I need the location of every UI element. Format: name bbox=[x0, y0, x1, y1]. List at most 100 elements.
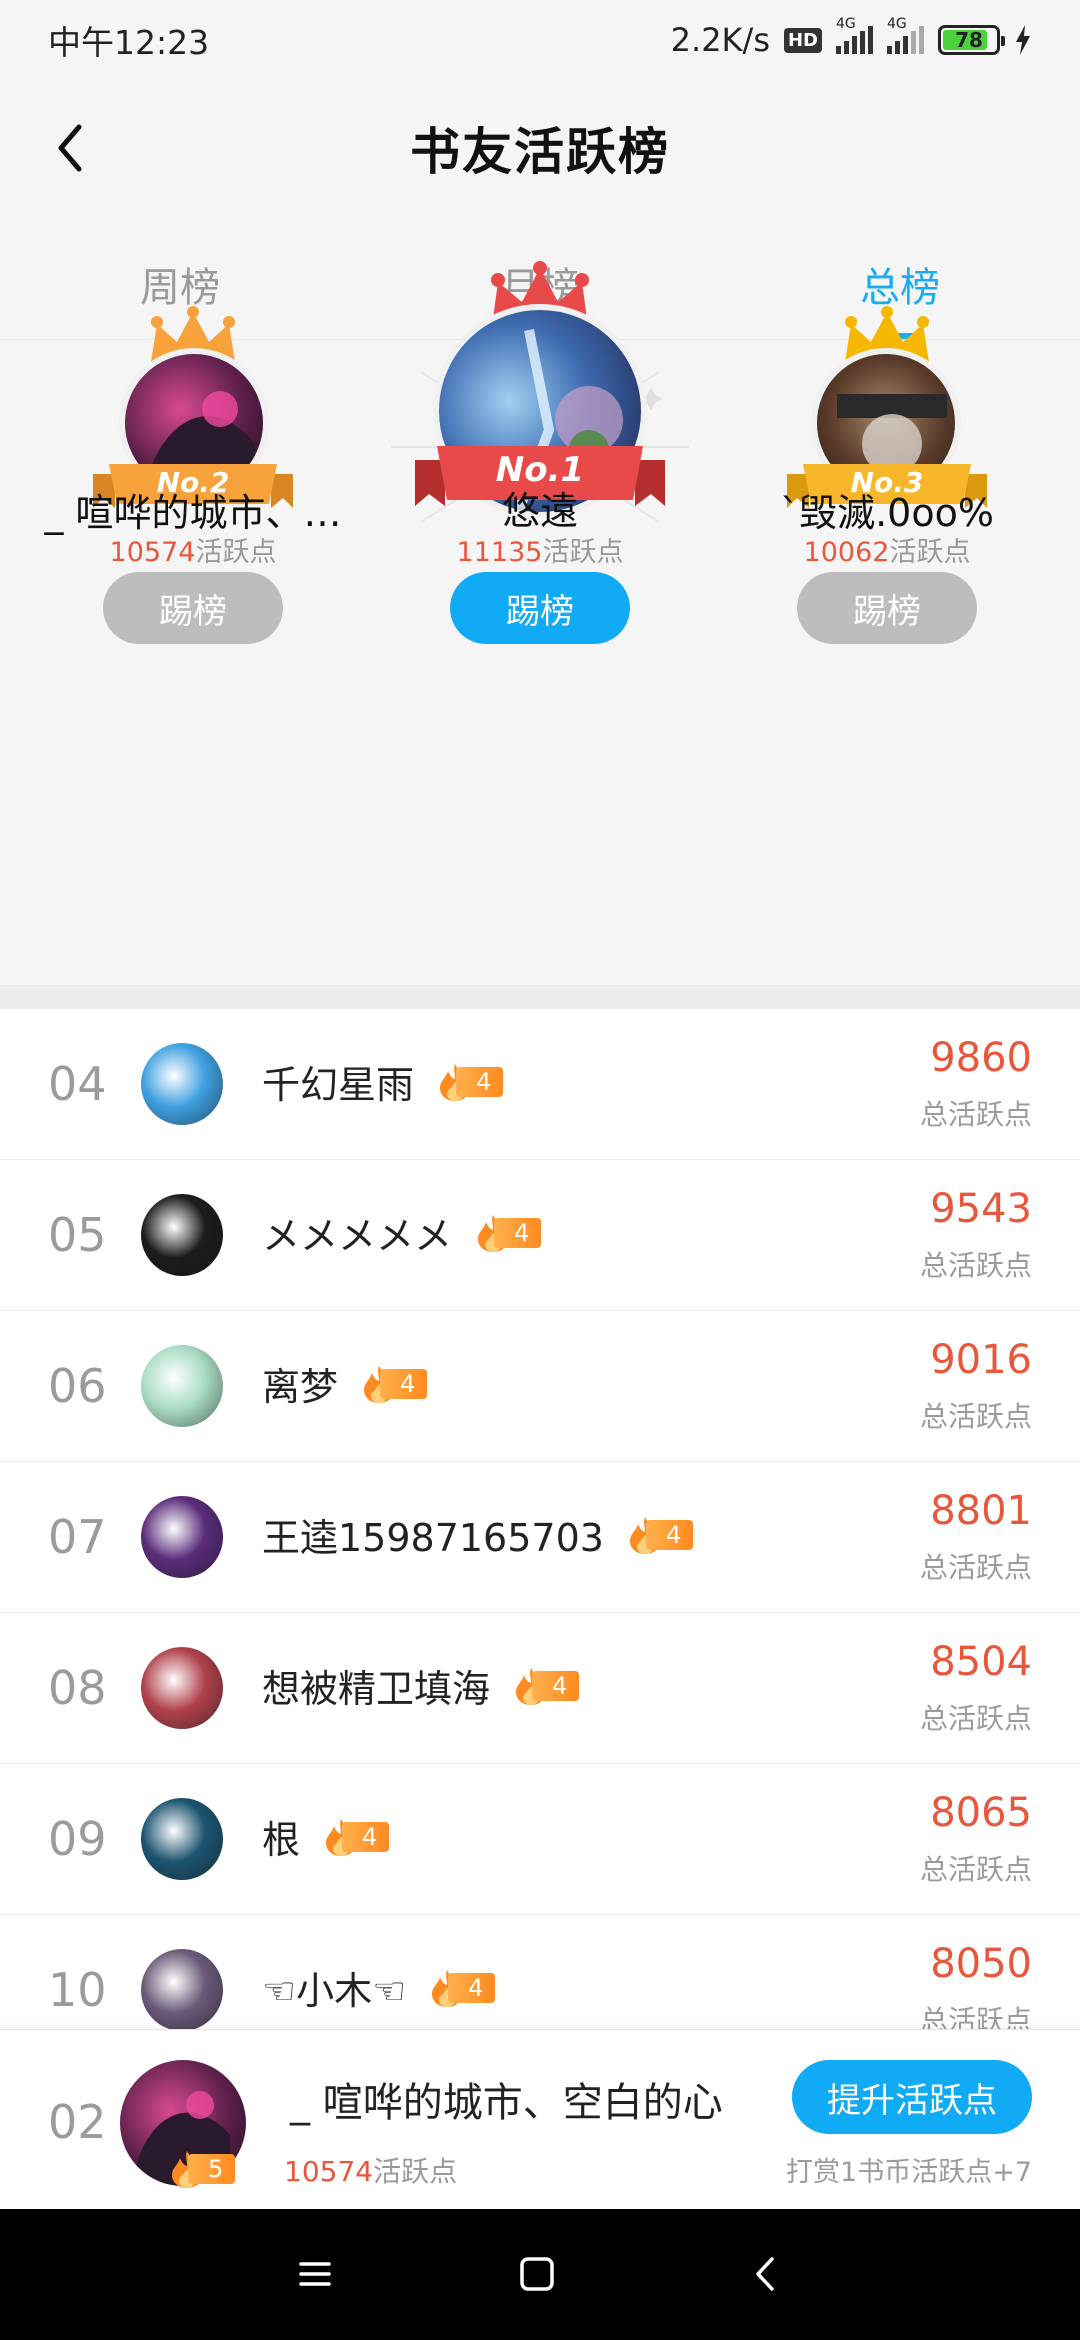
user-info: メメメメメ 4 bbox=[262, 1205, 542, 1260]
points-unit: 活跃点 bbox=[195, 537, 277, 568]
menu-button[interactable] bbox=[290, 2249, 340, 2299]
user-name: 离梦 bbox=[262, 1365, 339, 1409]
menu-icon bbox=[299, 2262, 331, 2286]
header: 书友活跃榜 bbox=[0, 100, 1080, 195]
score-value: 9016 bbox=[930, 1337, 1032, 1383]
score-value: 8504 bbox=[930, 1639, 1032, 1685]
rank-number: 10 bbox=[48, 1963, 107, 2017]
level-value: 4 bbox=[342, 1821, 390, 1852]
level-badge: 4 bbox=[474, 1214, 542, 1252]
points-value: 10574 bbox=[109, 537, 196, 568]
level-value: 4 bbox=[456, 1066, 504, 1097]
network-speed: 2.2K/s bbox=[670, 21, 770, 59]
my-rank-bar: 02 5 _ 喧哗的城市、空白的心 10574活跃点 提升活跃点 打赏1书币活跃… bbox=[0, 2029, 1080, 2209]
kick-button[interactable]: 踢榜 bbox=[797, 572, 977, 644]
top-three-podium: No.2 _ 喧哗的城市、… 10574活跃点 踢榜 No.1 悠遠 11135… bbox=[0, 261, 1080, 985]
level-badge: 4 bbox=[428, 1969, 496, 2007]
level-badge: 5 bbox=[168, 2150, 236, 2188]
score-label: 总活跃点 bbox=[919, 2004, 1032, 2029]
avatar[interactable] bbox=[141, 1043, 223, 1125]
square-icon bbox=[520, 2257, 554, 2291]
score-label: 总活跃点 bbox=[919, 1400, 1032, 1433]
status-indicators: 2.2K/s HD 4G 4G 78 bbox=[670, 16, 1032, 59]
score-label: 总活跃点 bbox=[919, 1853, 1032, 1886]
user-info: 想被精卫填海 4 bbox=[262, 1658, 580, 1713]
user-name: ☜小木☜ bbox=[262, 1969, 407, 2013]
user-info: ☜小木☜ 4 bbox=[262, 1960, 496, 2015]
avatar[interactable] bbox=[141, 1949, 223, 2029]
avatar[interactable] bbox=[141, 1345, 223, 1427]
back-triangle-icon bbox=[756, 2257, 774, 2291]
score-label: 总活跃点 bbox=[919, 1098, 1032, 1131]
level-value: 5 bbox=[188, 2154, 236, 2184]
level-badge: 4 bbox=[436, 1063, 504, 1101]
level-badge: 4 bbox=[360, 1365, 428, 1403]
avatar[interactable] bbox=[141, 1798, 223, 1880]
level-badge: 4 bbox=[512, 1667, 580, 1705]
signal-icon: 4G bbox=[887, 16, 924, 54]
level-badge: 4 bbox=[626, 1516, 694, 1554]
user-name: 想被精卫填海 bbox=[262, 1667, 491, 1711]
ranking-row[interactable]: 04 千幻星雨 4 9860 总活跃点 bbox=[0, 1009, 1080, 1160]
user-name: 千幻星雨 bbox=[262, 1063, 415, 1107]
ranking-row[interactable]: 09 根 4 8065 总活跃点 bbox=[0, 1764, 1080, 1915]
battery-icon: 78 bbox=[938, 25, 1005, 55]
level-value: 4 bbox=[494, 1217, 542, 1248]
user-info: 千幻星雨 4 bbox=[262, 1054, 504, 1109]
score-label: 总活跃点 bbox=[919, 1551, 1032, 1584]
rank-number: 08 bbox=[48, 1661, 107, 1715]
ranking-row[interactable]: 08 想被精卫填海 4 8504 总活跃点 bbox=[0, 1613, 1080, 1764]
score-label: 总活跃点 bbox=[919, 1249, 1032, 1282]
level-value: 4 bbox=[380, 1368, 428, 1399]
rank-number: 09 bbox=[48, 1812, 107, 1866]
ranking-row[interactable]: 07 王逵15987165703 4 8801 总活跃点 bbox=[0, 1462, 1080, 1613]
winner-name: _ 喧哗的城市、… bbox=[44, 491, 342, 535]
user-name: メメメメメ bbox=[262, 1214, 453, 1258]
level-value: 4 bbox=[645, 1519, 694, 1550]
page-title: 书友活跃榜 bbox=[410, 122, 670, 181]
podium-third: No.3 `毁滅.0oo% 10062活跃点 踢榜 bbox=[708, 306, 1066, 985]
rank-number: 06 bbox=[48, 1359, 107, 1413]
winner-name: 悠遠 bbox=[501, 489, 578, 533]
points-unit: 活跃点 bbox=[542, 537, 624, 568]
my-points: 10574活跃点 bbox=[284, 2150, 457, 2190]
podium-second: No.2 _ 喧哗的城市、… 10574活跃点 踢榜 bbox=[14, 306, 372, 985]
status-bar: 中午12:23 2.2K/s HD 4G 4G 78 bbox=[0, 0, 1080, 80]
battery-level: 78 bbox=[955, 28, 983, 52]
avatar[interactable] bbox=[141, 1194, 223, 1276]
kick-button[interactable]: 踢榜 bbox=[450, 572, 630, 644]
points-value: 11135 bbox=[456, 537, 543, 568]
hd-icon: HD bbox=[783, 27, 822, 53]
home-button[interactable] bbox=[512, 2249, 562, 2299]
level-value: 4 bbox=[448, 1972, 496, 2003]
avatar[interactable] bbox=[141, 1647, 223, 1729]
score-value: 8050 bbox=[930, 1941, 1032, 1987]
nav-back-button[interactable] bbox=[740, 2249, 790, 2299]
user-info: 离梦 4 bbox=[262, 1356, 428, 1411]
score-value: 8065 bbox=[930, 1790, 1032, 1836]
points-value: 10062 bbox=[803, 537, 890, 568]
level-badge: 4 bbox=[322, 1818, 390, 1856]
ranking-list: 04 千幻星雨 4 9860 总活跃点 05 メメメメメ 4 9543 总活跃点 06 离梦 4 9016… bbox=[0, 1009, 1080, 2029]
score-value: 9860 bbox=[930, 1035, 1032, 1081]
winner-name: `毁滅.0oo% bbox=[780, 491, 994, 535]
back-button[interactable] bbox=[44, 118, 94, 178]
ranking-row[interactable]: 06 离梦 4 9016 总活跃点 bbox=[0, 1311, 1080, 1462]
rank-number: 07 bbox=[48, 1510, 107, 1564]
signal-label: 4G bbox=[836, 16, 856, 32]
winner-points: 11135活跃点 bbox=[361, 530, 719, 569]
winner-points: 10062活跃点 bbox=[708, 530, 1066, 569]
points-unit: 活跃点 bbox=[373, 2155, 458, 2188]
ranking-row[interactable]: 10 ☜小木☜ 4 8050 总活跃点 bbox=[0, 1915, 1080, 2029]
signal-label: 4G bbox=[887, 16, 907, 32]
boost-activity-button[interactable]: 提升活跃点 bbox=[792, 2060, 1032, 2134]
system-nav-bar bbox=[0, 2209, 1080, 2340]
podium-first: No.1 悠遠 11135活跃点 踢榜 bbox=[361, 261, 719, 985]
rank-number: 05 bbox=[48, 1208, 107, 1262]
avatar[interactable] bbox=[141, 1496, 223, 1578]
ranking-row[interactable]: 05 メメメメメ 4 9543 总活跃点 bbox=[0, 1160, 1080, 1311]
user-info: 根4 bbox=[262, 1809, 390, 1864]
kick-button[interactable]: 踢榜 bbox=[103, 572, 283, 644]
level-value: 4 bbox=[532, 1670, 580, 1701]
score-value: 9543 bbox=[930, 1186, 1032, 1232]
